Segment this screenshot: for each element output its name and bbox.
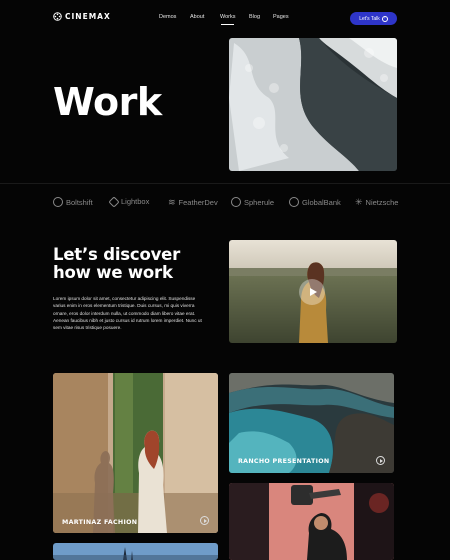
- play-icon: [309, 288, 317, 296]
- discover-description: Lorem ipsum dolor sit amet, consectetur …: [53, 296, 202, 331]
- partner-boltshift: Boltshift: [53, 197, 93, 207]
- discover-heading: Let’s discover how we work: [53, 246, 180, 282]
- project-card-martinaz[interactable]: [53, 373, 218, 533]
- nav-item-about[interactable]: About: [190, 14, 204, 20]
- section-divider: [0, 183, 450, 184]
- play-circle-icon[interactable]: [376, 456, 385, 465]
- project-card-studio[interactable]: [229, 483, 394, 560]
- discover-heading-line2: how we work: [53, 263, 173, 282]
- project-title: RANCHO PRESENTATION: [238, 458, 330, 465]
- discover-heading-line1: Let’s discover: [53, 245, 181, 264]
- project-title: MARTINAZ FACHION: [62, 519, 138, 526]
- spherule-icon: [231, 197, 241, 207]
- page-title: Work: [53, 80, 162, 124]
- asterisk-icon: ✳: [355, 197, 363, 207]
- lightbox-icon: [108, 195, 120, 208]
- lets-talk-label: Let's Talk: [359, 15, 380, 22]
- top-navigation: CINEMAX Demos About Works Blog Pages Let…: [0, 0, 450, 36]
- partner-logos: Boltshift Lightbox ≋ FeatherDev Spherule…: [0, 195, 450, 213]
- hero-image-aerial-waves: [229, 38, 397, 171]
- partner-name: FeatherDev: [178, 198, 218, 207]
- project-card-city[interactable]: [53, 543, 218, 560]
- partner-nietzsche: ✳ Nietzsche: [355, 197, 398, 208]
- globe-icon: [289, 197, 299, 207]
- nav-item-demos[interactable]: Demos: [159, 14, 176, 20]
- partner-name: Nietzsche: [365, 198, 399, 207]
- arrow-circle-icon: ›: [381, 15, 388, 22]
- partner-spherule: Spherule: [231, 197, 274, 207]
- play-button[interactable]: [299, 279, 325, 305]
- partner-name: Lightbox: [121, 197, 150, 206]
- partner-lightbox: Lightbox: [108, 195, 150, 208]
- partner-name: Boltshift: [66, 197, 93, 207]
- partner-name: Spherule: [244, 197, 275, 207]
- play-circle-icon[interactable]: [200, 516, 209, 525]
- partner-featherdev: ≋ FeatherDev: [168, 197, 218, 208]
- nav-item-blog[interactable]: Blog: [249, 14, 260, 20]
- feather-icon: ≋: [168, 197, 176, 207]
- nav-item-pages[interactable]: Pages: [273, 14, 289, 20]
- nav-item-works[interactable]: Works: [220, 14, 235, 25]
- partner-globalbank: GlobalBank: [289, 197, 341, 207]
- lets-talk-button[interactable]: Let's Talk ›: [350, 12, 397, 25]
- boltshift-icon: [53, 197, 63, 207]
- partner-name: GlobalBank: [302, 197, 341, 207]
